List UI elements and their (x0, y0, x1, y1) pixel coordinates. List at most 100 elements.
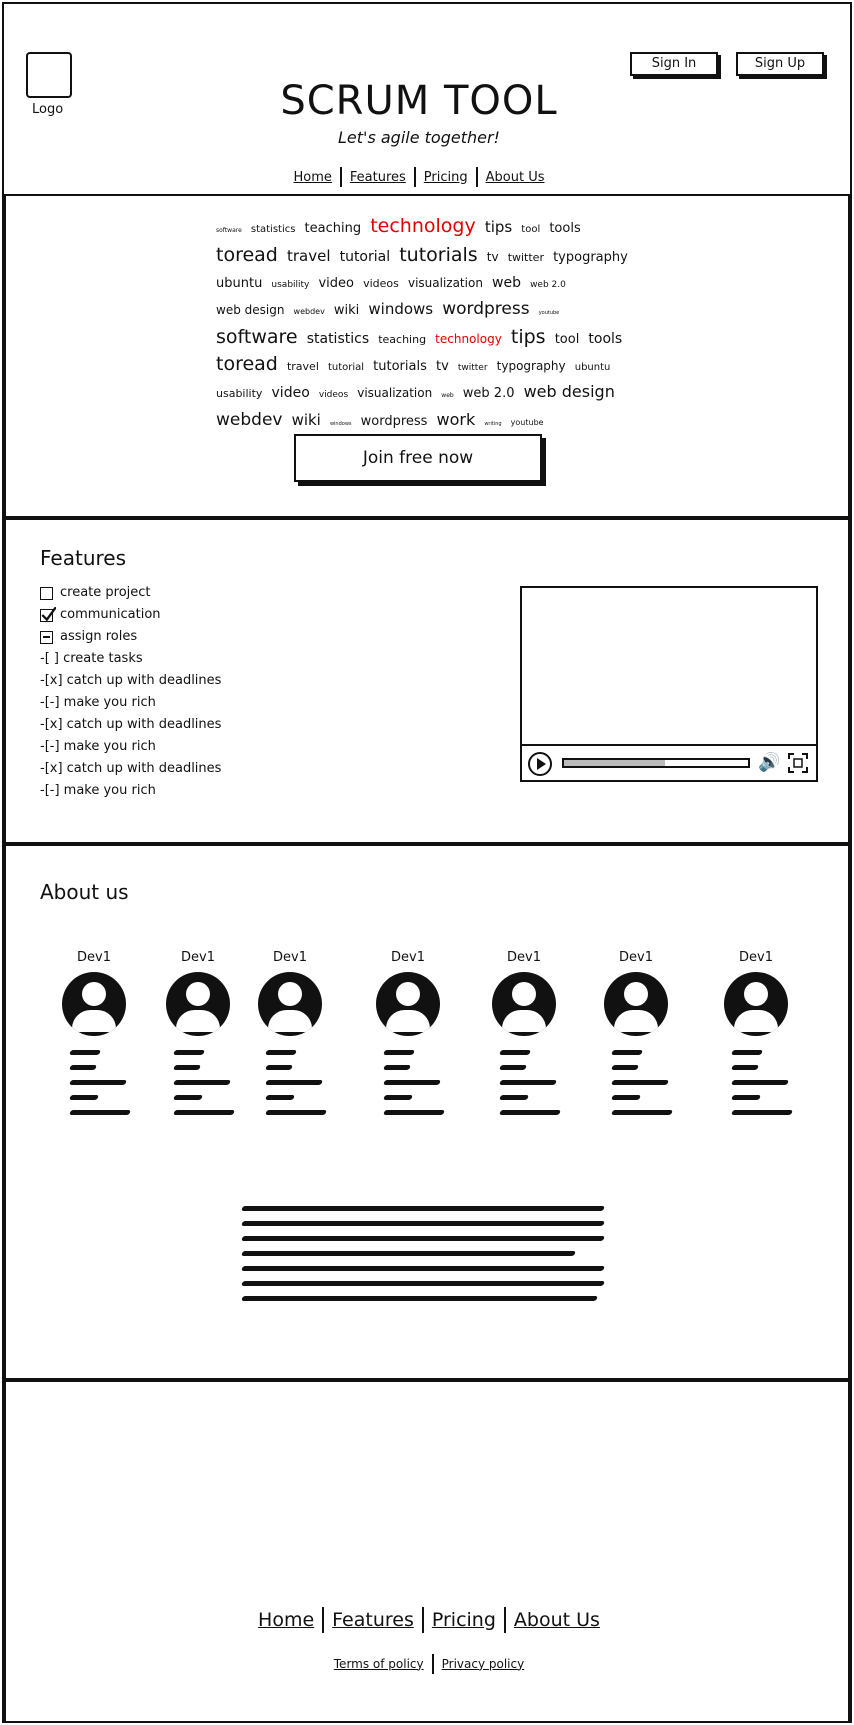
tag-cloud-item[interactable]: tips (511, 326, 546, 348)
indeterminate-checkbox[interactable] (40, 630, 53, 644)
tag-cloud-item[interactable]: technology (370, 215, 476, 237)
tag-cloud-item[interactable]: webdev (294, 307, 325, 316)
tag-cloud-item[interactable]: tools (588, 331, 622, 347)
tag-cloud-item[interactable]: statistics (251, 224, 296, 235)
tag-cloud-item[interactable]: video (272, 385, 310, 401)
about-section: About us Dev1 Dev1 Dev1 Dev1 Dev1 Dev1 Dev1 (4, 844, 850, 1380)
dev-name: Dev1 (77, 950, 111, 965)
checked-checkbox[interactable] (40, 606, 56, 622)
join-free-button[interactable]: Join free now (294, 434, 542, 482)
dev-card: Dev1 (56, 950, 132, 1125)
tag-cloud-item[interactable]: visualization (357, 386, 432, 400)
footer-home-link[interactable]: Home (250, 1609, 322, 1631)
feature-item[interactable]: create project (40, 582, 221, 604)
privacy-link[interactable]: Privacy policy (434, 1657, 533, 1671)
tag-cloud-item[interactable]: wordpress (442, 299, 529, 319)
sign-up-button[interactable]: Sign Up (736, 52, 824, 76)
nav-about-link[interactable]: About Us (478, 170, 553, 185)
tag-cloud-item[interactable]: twitter (508, 251, 544, 264)
tag-cloud-item[interactable]: toread (216, 353, 278, 375)
tag-cloud-item[interactable]: tutorials (399, 244, 477, 266)
sign-in-button[interactable]: Sign In (630, 52, 718, 76)
tag-cloud-item[interactable]: toread (216, 244, 278, 266)
footer-pricing-link[interactable]: Pricing (424, 1609, 504, 1631)
tag-cloud-item[interactable]: tool (521, 224, 540, 235)
tag-cloud-item[interactable]: usability (216, 387, 262, 400)
tag-cloud-item[interactable]: travel (287, 247, 331, 265)
tag-cloud-item[interactable]: wiki (334, 303, 359, 318)
tag-cloud-item[interactable]: web (492, 275, 521, 291)
tag-cloud-item[interactable]: tool (555, 332, 580, 347)
play-icon[interactable] (528, 752, 552, 776)
tag-cloud-item[interactable]: twitter (458, 363, 488, 373)
tag-cloud-item[interactable]: software (216, 326, 298, 348)
tag-cloud-item[interactable]: web 2.0 (530, 280, 566, 290)
unchecked-checkbox[interactable] (40, 586, 53, 600)
tag-cloud-item[interactable]: work (437, 410, 476, 429)
tag-cloud-item[interactable]: webdev (216, 410, 282, 430)
tag-cloud-item[interactable]: wordpress (361, 414, 428, 429)
feature-item[interactable]: assign roles (40, 626, 221, 648)
tag-cloud-item[interactable]: videos (363, 277, 399, 290)
tag-cloud-item[interactable]: travel (287, 360, 319, 373)
feature-item[interactable]: communication (40, 604, 221, 626)
dev-name: Dev1 (181, 950, 215, 965)
avatar-icon (604, 972, 668, 1036)
nav-features-link[interactable]: Features (342, 170, 414, 185)
tag-cloud-item[interactable]: writing (484, 421, 501, 427)
tag-cloud-item[interactable]: typography (497, 359, 566, 373)
footer: Home Features Pricing About Us Terms of pol… (4, 1380, 850, 1723)
footer-features-link[interactable]: Features (324, 1609, 422, 1631)
header: Logo SCRUM TOOL Let's agile together! Si… (4, 4, 850, 194)
tag-cloud-item[interactable]: tutorials (373, 359, 427, 374)
footer-legal-links: Terms of policy Privacy policy (6, 1654, 852, 1674)
tag-cloud-item[interactable]: typography (553, 250, 628, 265)
dev-bio-scribble (370, 1050, 446, 1115)
fullscreen-icon[interactable] (788, 753, 808, 773)
tag-cloud-item[interactable]: web design (216, 303, 284, 317)
tag-cloud-item[interactable]: tv (436, 359, 449, 374)
tag-cloud-item[interactable]: teaching (378, 333, 426, 346)
tag-cloud-item[interactable]: tutorial (328, 362, 364, 373)
tag-cloud-item[interactable]: visualization (408, 276, 483, 290)
features-title: Features (40, 546, 126, 570)
tag-cloud-item[interactable]: youtube (539, 310, 560, 316)
feature-label: -[x] catch up with deadlines (40, 717, 222, 732)
nav-pricing-link[interactable]: Pricing (416, 170, 476, 185)
tag-cloud-item[interactable]: tools (549, 221, 580, 236)
feature-item: -[x] catch up with deadlines (40, 714, 221, 736)
tag-cloud-item[interactable]: teaching (305, 221, 362, 236)
tag-cloud-item[interactable]: web 2.0 (463, 386, 515, 401)
tag-cloud-item[interactable]: software (216, 227, 242, 234)
tag-cloud-item[interactable]: tutorial (340, 249, 391, 265)
tag-cloud-item[interactable]: windows (368, 300, 433, 318)
feature-label: -[-] make you rich (40, 739, 156, 754)
nav-home-link[interactable]: Home (286, 170, 340, 185)
tag-cloud-item[interactable]: statistics (307, 331, 369, 347)
volume-icon[interactable]: 🔊 (758, 752, 780, 773)
tag-cloud-item[interactable]: video (318, 276, 354, 291)
footer-about-link[interactable]: About Us (506, 1609, 608, 1631)
tag-cloud-item[interactable]: technology (435, 332, 502, 346)
tag-cloud-item[interactable]: youtube (511, 418, 544, 427)
tag-cloud-item[interactable]: videos (319, 390, 348, 400)
tag-cloud-item[interactable]: usability (271, 280, 309, 290)
tag-cloud-item[interactable]: ubuntu (216, 276, 262, 291)
video-progress-track[interactable] (562, 758, 750, 768)
tag-cloud-item[interactable]: wiki (292, 411, 321, 429)
tag-cloud-item[interactable]: web (441, 392, 453, 399)
feature-label: assign roles (60, 629, 138, 644)
video-player[interactable]: 🔊 (520, 586, 818, 782)
terms-link[interactable]: Terms of policy (326, 1657, 432, 1671)
video-progress-fill (564, 760, 666, 766)
tag-cloud-item[interactable]: ubuntu (575, 362, 611, 373)
dev-card: Dev1 (598, 950, 674, 1125)
avatar-icon (492, 972, 556, 1036)
tag-cloud-item[interactable]: windows (330, 421, 352, 427)
dev-name: Dev1 (273, 950, 307, 965)
tag-cloud-item[interactable]: tv (487, 250, 499, 264)
hero-section: software statistics teaching technology … (4, 194, 850, 518)
footer-nav: Home Features Pricing About Us (6, 1607, 852, 1633)
tag-cloud-item[interactable]: web design (524, 382, 615, 401)
tag-cloud-item[interactable]: tips (485, 218, 512, 236)
